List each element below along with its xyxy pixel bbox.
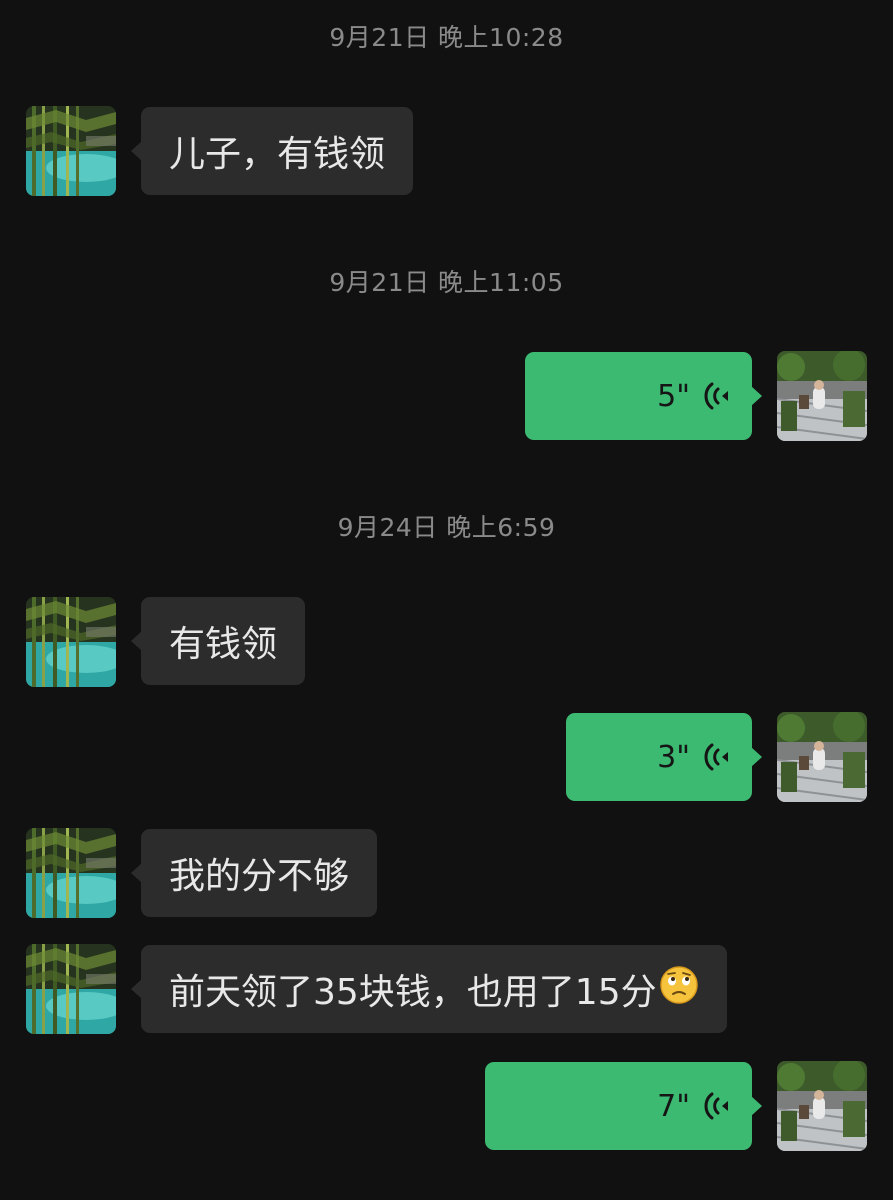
contact-avatar[interactable] — [26, 944, 116, 1034]
message-text: 儿子，有钱领 — [169, 134, 386, 175]
voice-duration: 5" — [657, 378, 690, 414]
timestamp: 9月21日 晚上11:05 — [329, 268, 564, 297]
voice-message-bubble[interactable]: 5" — [525, 352, 762, 440]
garden-avatar-image — [777, 351, 867, 441]
my-avatar[interactable] — [777, 712, 867, 802]
voice-duration: 3" — [657, 739, 690, 775]
thinking-face-emoji — [659, 965, 699, 1014]
contact-avatar[interactable] — [26, 828, 116, 918]
contact-avatar[interactable] — [26, 106, 116, 196]
voice-duration: 7" — [657, 1088, 690, 1124]
voice-wave-icon — [704, 380, 730, 412]
bamboo-avatar-image — [26, 106, 116, 196]
message-bubble-incoming[interactable]: 前天领了35块钱，也用了15分 — [131, 945, 727, 1033]
bamboo-avatar-image — [26, 597, 116, 687]
bamboo-avatar-image — [26, 828, 116, 918]
message-text: 前天领了35块钱，也用了15分 — [169, 972, 657, 1013]
message-bubble-incoming[interactable]: 有钱领 — [130, 597, 306, 685]
message-bubble-incoming[interactable]: 儿子，有钱领 — [130, 107, 414, 195]
my-avatar[interactable] — [777, 1061, 867, 1151]
garden-avatar-image — [777, 712, 867, 802]
contact-avatar[interactable] — [26, 597, 116, 687]
voice-wave-icon — [704, 1090, 730, 1122]
message-text: 有钱领 — [169, 624, 278, 665]
timestamp: 9月21日 晚上10:28 — [329, 23, 564, 52]
message-bubble-incoming[interactable]: 我的分不够 — [130, 829, 378, 917]
voice-wave-icon — [704, 741, 730, 773]
voice-message-bubble[interactable]: 7" — [485, 1062, 762, 1150]
timestamp: 9月24日 晚上6:59 — [337, 513, 556, 542]
bamboo-avatar-image — [26, 944, 116, 1034]
garden-avatar-image — [777, 1061, 867, 1151]
my-avatar[interactable] — [777, 351, 867, 441]
voice-message-bubble[interactable]: 3" — [566, 713, 762, 801]
message-text: 我的分不够 — [169, 856, 350, 897]
